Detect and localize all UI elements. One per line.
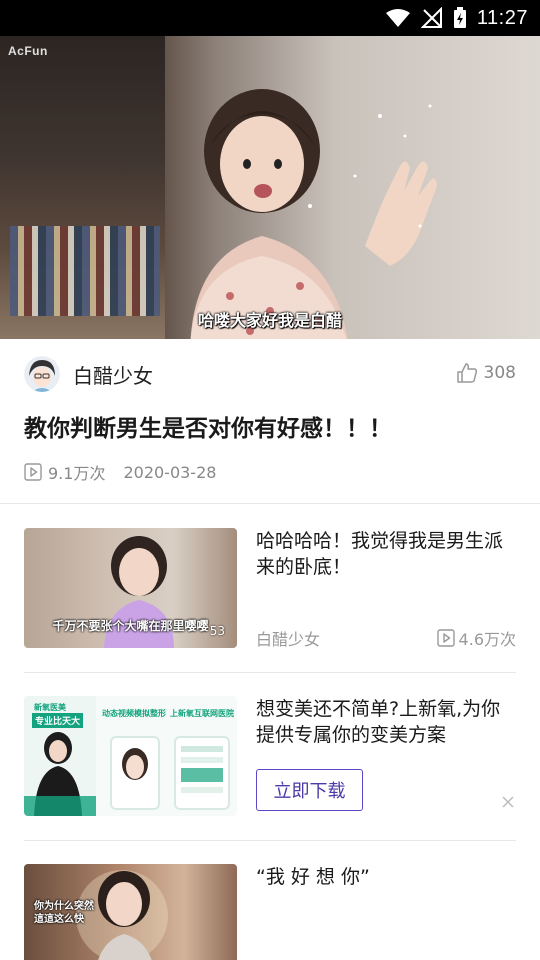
close-icon[interactable] <box>500 794 516 810</box>
view-count: 9.1万次 <box>48 464 106 483</box>
related-video-author: 白醋少女 <box>256 630 321 649</box>
status-time: 11:27 <box>476 6 528 29</box>
ad-mock-line <box>181 757 223 763</box>
video-meta: 9.1万次 2020-03-28 <box>24 460 216 484</box>
related-video-title[interactable]: “我 好 想 你” <box>256 864 516 890</box>
author-row: 白醋少女 308 <box>24 352 516 396</box>
ad-mock-line <box>181 746 223 752</box>
video-duration: 53 <box>209 624 225 638</box>
ad-panel2-text: 动态视频模拟整形 <box>102 709 166 718</box>
play-count-icon <box>24 463 42 481</box>
ad-panel3-text: 上新氧互联网医院 <box>170 709 234 718</box>
ad-mock-banner <box>181 768 223 782</box>
video-title: 教你判断男生是否对你有好感！！！ <box>24 416 392 442</box>
related-video-thumbnail[interactable]: 千万不要张个大嘴在那里嘤嘤 53 <box>24 528 237 648</box>
video-subtitle: 哈喽大家好我是白醋 <box>197 311 342 330</box>
like-count: 308 <box>483 363 516 383</box>
related-video-card[interactable]: 你为什么突然這這这么快 “我 好 想 你” <box>24 864 516 960</box>
list-divider <box>24 672 516 673</box>
thumbnail-caption: 你为什么突然這這这么快 <box>34 901 94 925</box>
ad-title[interactable]: 想变美还不简单?上新氧,为你提供专属你的变美方案 <box>256 696 516 748</box>
download-button[interactable]: 立即下载 <box>256 769 363 811</box>
ad-thumbnail[interactable]: 新氧医美 专业比天大 动态视频模拟整形 上新氧互联网医院 <box>24 696 237 816</box>
related-video-title[interactable]: 哈哈哈哈！我觉得我是男生派来的卧底！ <box>256 528 516 580</box>
status-bar: 11:27 <box>0 0 540 36</box>
ad-phone-mockup <box>110 736 160 810</box>
publish-date: 2020-03-28 <box>123 462 217 482</box>
ad-mock-line <box>181 787 223 793</box>
ad-brand-text: 新氧医美 <box>34 703 66 712</box>
no-signal-icon <box>420 7 442 28</box>
section-divider <box>0 503 540 504</box>
like-button[interactable]: 308 <box>456 362 516 384</box>
thumbs-up-icon <box>456 363 477 383</box>
status-icons: 11:27 <box>385 0 528 36</box>
battery-charging-icon <box>453 7 466 28</box>
related-video-meta: 白醋少女 4.6万次 <box>256 626 516 650</box>
acfun-logo: AcFun <box>8 44 48 58</box>
author-name[interactable]: 白醋少女 <box>73 360 153 389</box>
play-count-icon <box>436 629 455 647</box>
presenter-figure <box>190 89 437 339</box>
background-books <box>10 226 160 316</box>
video-player[interactable]: AcFun 哈喽大家好我是白醋 <box>0 36 540 339</box>
wifi-icon <box>385 9 410 27</box>
related-video-view-count: 4.6万次 <box>458 630 516 649</box>
related-video-views: 4.6万次 <box>436 626 516 650</box>
ad-phone-mockup <box>174 736 230 810</box>
related-video-card[interactable]: 千万不要张个大嘴在那里嘤嘤 53 哈哈哈哈！我觉得我是男生派来的卧底！ 白醋少女… <box>24 528 516 650</box>
avatar-image <box>24 356 60 392</box>
related-video-thumbnail[interactable]: 你为什么突然這這这么快 <box>24 864 237 960</box>
list-divider <box>24 840 516 841</box>
ad-card[interactable]: 新氧医美 专业比天大 动态视频模拟整形 上新氧互联网医院 想变美还不简单?上新氧… <box>24 696 516 816</box>
avatar[interactable] <box>24 356 60 392</box>
ad-face-image <box>122 748 148 780</box>
thumbnail-caption: 千万不要张个大嘴在那里嘤嘤 <box>52 619 209 633</box>
ad-spokesperson-figure <box>24 732 96 816</box>
